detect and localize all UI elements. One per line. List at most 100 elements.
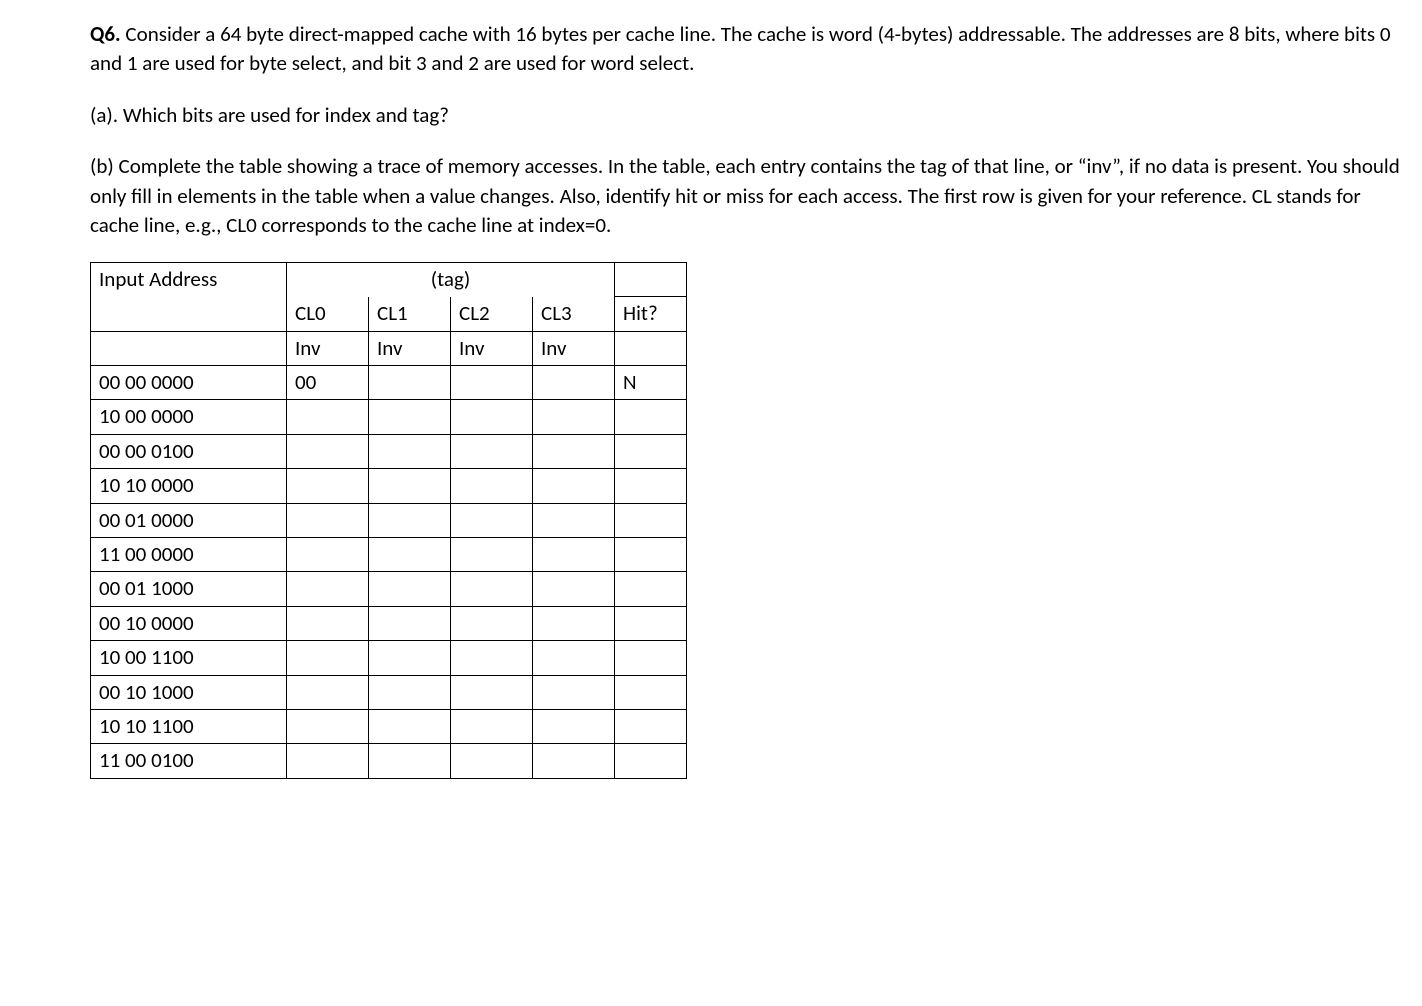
- initial-addr-blank: [91, 331, 287, 365]
- cell-cl3: [533, 675, 615, 709]
- initial-cl3: Inv: [533, 331, 615, 365]
- cell-hit: [615, 606, 687, 640]
- cell-cl2: [451, 572, 533, 606]
- cell-cl3: [533, 606, 615, 640]
- header-cl0: CL0: [287, 297, 369, 331]
- cell-cl3: [533, 434, 615, 468]
- cell-cl0: [287, 744, 369, 778]
- cell-cl2: [451, 366, 533, 400]
- table-row: 11 00 0100: [91, 744, 687, 778]
- cell-addr: 11 00 0000: [91, 537, 287, 571]
- cell-cl3: [533, 572, 615, 606]
- cell-cl2: [451, 606, 533, 640]
- table-row: 00 01 1000: [91, 572, 687, 606]
- cell-hit: [615, 572, 687, 606]
- cell-hit: N: [615, 366, 687, 400]
- cell-addr: 11 00 0100: [91, 744, 287, 778]
- cell-cl2: [451, 675, 533, 709]
- cell-addr: 10 10 1100: [91, 709, 287, 743]
- cell-cl3: [533, 469, 615, 503]
- question-intro-text: Consider a 64 byte direct-mapped cache w…: [90, 21, 1391, 76]
- table-row: 10 10 1100: [91, 709, 687, 743]
- cell-cl1: [369, 503, 451, 537]
- cell-cl2: [451, 400, 533, 434]
- table-row: 00 10 0000: [91, 606, 687, 640]
- initial-cl2: Inv: [451, 331, 533, 365]
- cell-cl1: [369, 469, 451, 503]
- cell-addr: 10 10 0000: [91, 469, 287, 503]
- cell-cl1: [369, 709, 451, 743]
- table-row: 00 01 0000: [91, 503, 687, 537]
- cell-cl0: [287, 537, 369, 571]
- table-row: 00 10 1000: [91, 675, 687, 709]
- cell-cl0: [287, 469, 369, 503]
- question-intro: Q6. Consider a 64 byte direct-mapped cac…: [90, 20, 1410, 79]
- cell-cl0: [287, 709, 369, 743]
- table-row: 00 00 0100: [91, 434, 687, 468]
- cell-cl2: [451, 469, 533, 503]
- cell-cl1: [369, 744, 451, 778]
- cell-cl3: [533, 709, 615, 743]
- trace-table: Input Address (tag) CL0 CL1 CL2 CL3 Hit?…: [90, 262, 687, 778]
- cell-cl2: [451, 709, 533, 743]
- cell-addr: 00 00 0100: [91, 434, 287, 468]
- question-part-b: (b) Complete the table showing a trace o…: [90, 152, 1410, 240]
- cell-hit: [615, 675, 687, 709]
- cell-cl0: [287, 400, 369, 434]
- initial-hit: [615, 331, 687, 365]
- cell-cl1: [369, 641, 451, 675]
- header-input-address: Input Address: [91, 263, 287, 331]
- cell-cl0: [287, 503, 369, 537]
- cell-addr: 10 00 0000: [91, 400, 287, 434]
- cell-cl2: [451, 434, 533, 468]
- cell-cl3: [533, 400, 615, 434]
- cell-cl1: [369, 572, 451, 606]
- cell-cl3: [533, 537, 615, 571]
- cell-hit: [615, 709, 687, 743]
- cell-cl3: [533, 641, 615, 675]
- initial-cl1: Inv: [369, 331, 451, 365]
- cell-addr: 00 01 1000: [91, 572, 287, 606]
- cell-cl3: [533, 744, 615, 778]
- question-label: Q6.: [90, 21, 121, 47]
- table-row: 10 10 0000: [91, 469, 687, 503]
- table-row: 10 00 1100: [91, 641, 687, 675]
- table-initial-row: Inv Inv Inv Inv: [91, 331, 687, 365]
- header-cl1: CL1: [369, 297, 451, 331]
- cell-hit: [615, 434, 687, 468]
- cell-cl1: [369, 400, 451, 434]
- header-blank-hit: [615, 263, 687, 297]
- cell-cl1: [369, 537, 451, 571]
- cell-cl2: [451, 503, 533, 537]
- cell-addr: 10 00 1100: [91, 641, 287, 675]
- cell-cl0: [287, 641, 369, 675]
- cell-hit: [615, 400, 687, 434]
- question-part-a: (a). Which bits are used for index and t…: [90, 101, 1410, 130]
- table-row: 10 00 0000: [91, 400, 687, 434]
- header-tag-label: (tag): [287, 263, 615, 297]
- cell-cl0: [287, 434, 369, 468]
- cell-hit: [615, 503, 687, 537]
- cell-addr: 00 10 1000: [91, 675, 287, 709]
- cell-cl0: [287, 675, 369, 709]
- cell-hit: [615, 744, 687, 778]
- cell-cl3: [533, 503, 615, 537]
- cell-cl1: [369, 675, 451, 709]
- cell-addr: 00 10 0000: [91, 606, 287, 640]
- cell-addr: 00 00 0000: [91, 366, 287, 400]
- cell-cl1: [369, 434, 451, 468]
- cell-cl2: [451, 537, 533, 571]
- initial-cl0: Inv: [287, 331, 369, 365]
- table-row: 11 00 0000: [91, 537, 687, 571]
- header-cl2: CL2: [451, 297, 533, 331]
- header-hit: Hit?: [615, 297, 687, 331]
- cell-cl0: 00: [287, 366, 369, 400]
- table-header-row-1: Input Address (tag): [91, 263, 687, 297]
- cell-cl2: [451, 641, 533, 675]
- cell-cl0: [287, 606, 369, 640]
- table-row: 00 00 000000 N: [91, 366, 687, 400]
- cell-hit: [615, 469, 687, 503]
- cell-cl0: [287, 572, 369, 606]
- cell-hit: [615, 641, 687, 675]
- cell-hit: [615, 537, 687, 571]
